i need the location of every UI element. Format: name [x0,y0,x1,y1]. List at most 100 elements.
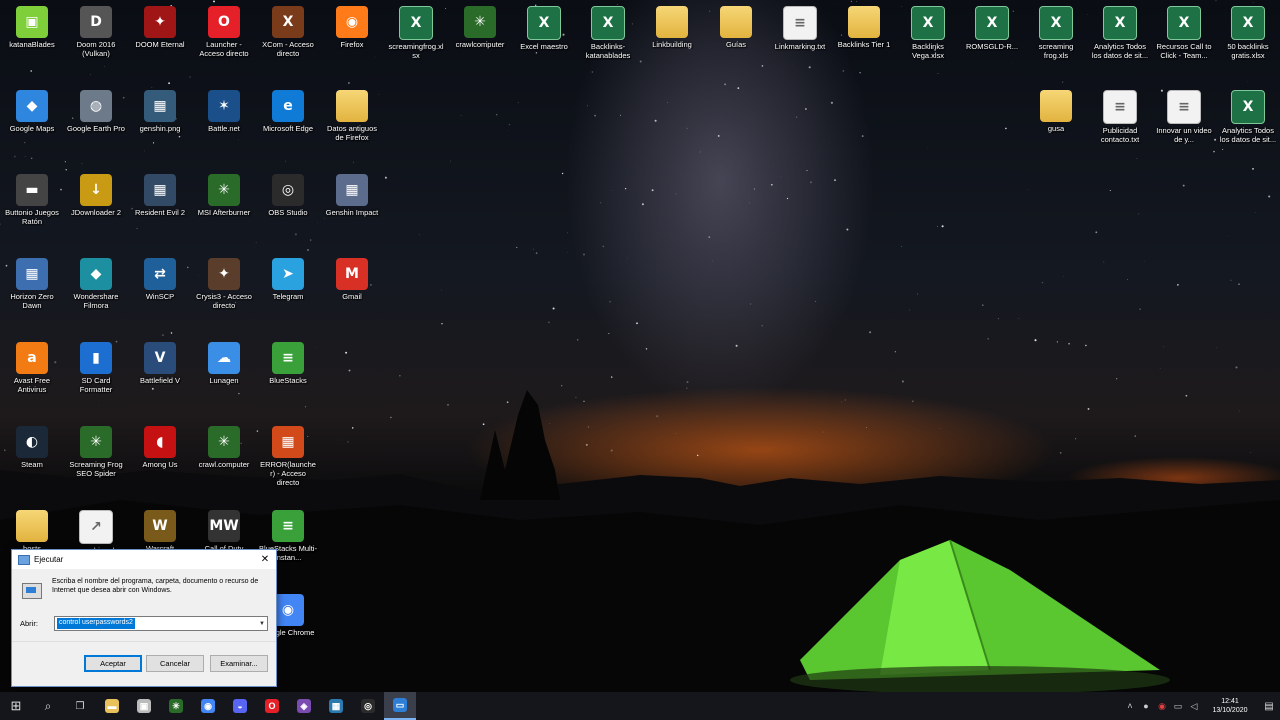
desktop-icon[interactable]: X 50 backlinks gratis.xlsx [1218,2,1278,80]
app-icon: D [80,6,112,38]
desktop-icon[interactable]: Guías [706,2,766,80]
desktop-icon[interactable]: a Avast Free Antivirus [2,338,62,416]
desktop-icon[interactable]: ▦ genshin.png [130,86,190,164]
start-button[interactable]: ⊞ [0,692,32,720]
desktop-icon[interactable]: ≡ BlueStacks [258,338,318,416]
desktop-icon-label: screaming frog.xls [1038,42,1074,60]
desktop-icon[interactable]: ☁ Lunagen [194,338,254,416]
desktop-icon[interactable]: D Doom 2016 (Vulkan) [66,2,126,80]
desktop-icon[interactable]: ⇄ WinSCP [130,254,190,332]
volume-icon[interactable]: ◁ [1186,701,1202,712]
desktop-icon[interactable]: ◐ Steam [2,422,62,500]
desktop-icon[interactable]: Xscreamingfrog.xlsx [386,2,446,80]
run-dialog-titlebar[interactable]: Ejecutar ✕ [12,550,276,569]
desktop-icon[interactable]: ◍ Google Earth Pro [66,86,126,164]
desktop-icon[interactable]: ✦ DOOM Eternal [130,2,190,80]
desktop-icon[interactable]: ≡ Linkmarking.txt [770,2,830,80]
desktop-icon[interactable]: ▬ Buttonio Juegos Ratón [2,170,62,248]
desktop-icon[interactable]: X Analytics Todos los datos de sit... [1090,2,1150,80]
desktop-icon[interactable]: ≡ Publicidad contacto.txt [1090,86,1150,164]
task-view-button[interactable]: ❐ [64,692,96,720]
windows-icon: ⊞ [10,698,22,713]
app-icon: MW [208,510,240,542]
desktop-icon-label: Battlefield V [139,376,181,385]
desktop-icon[interactable]: ✦ Crysis3 - Acceso directo [194,254,254,332]
desktop-icon[interactable]: X XCom - Acceso directo [258,2,318,80]
desktop-icon[interactable]: ✳ Screaming Frog SEO Spider [66,422,126,500]
desktop-icon[interactable]: Datos antiguos de Firefox [322,86,382,164]
app-icon: ↓ [80,174,112,206]
open-combobox[interactable]: control userpasswords2 ▼ [54,616,268,631]
desktop-icon[interactable]: X Backlinks-katanablades [578,2,638,80]
excel-file-icon: X [1167,6,1201,40]
desktop-icon[interactable]: O Launcher - Acceso directo [194,2,254,80]
desktop-icon[interactable]: ◆ Google Maps [2,86,62,164]
taskbar-app-button[interactable]: O [256,692,288,720]
desktop-icon[interactable]: ✶ Battle.net [194,86,254,164]
desktop-icon[interactable]: ◉ Firefox [322,2,382,80]
desktop-icon[interactable]: ▦ Genshin Impact [322,170,382,248]
frog-icon: ✳ [169,699,183,713]
app-icon: ▣ [16,6,48,38]
taskbar-app-button[interactable]: ▣ [128,692,160,720]
antivirus-icon[interactable]: ◉ [1154,701,1170,712]
taskbar-app-button[interactable]: ✳ [160,692,192,720]
taskbar-app-button[interactable]: ◈ [288,692,320,720]
app-icon: ✳ [80,426,112,458]
desktop-icon[interactable]: ✳ MSI Afterburner [194,170,254,248]
desktop-icon[interactable]: ◆ Wondershare Filmora [66,254,126,332]
taskbar-app-button[interactable]: ▭ [384,692,416,720]
desktop-icon[interactable]: ▦ ERROR(launcher) - Acceso directo [258,422,318,500]
desktop-icon[interactable]: M Gmail [322,254,382,332]
desktop-icon[interactable]: V Battlefield V [130,338,190,416]
document-icon: ≡ [783,6,817,40]
desktop-icon-label: Avast Free Antivirus [13,376,51,394]
browse-button[interactable]: Examinar... [210,655,268,672]
search-button[interactable]: ⌕ [32,692,64,720]
desktop-icon[interactable]: ◖ Among Us [130,422,190,500]
desktop-icon-label: genshin.png [139,124,181,133]
desktop-icon[interactable]: X ROMSGLD-R... [962,2,1022,80]
desktop-icon-label: Microsoft Edge [262,124,314,133]
desktop-icon[interactable]: ▦ Resident Evil 2 [130,170,190,248]
desktop-icon[interactable]: Linkbuilding [642,2,702,80]
taskbar-app-button[interactable]: ▦ [320,692,352,720]
run-program-icon [22,583,42,599]
taskbar-app-button[interactable]: ▬ [96,692,128,720]
desktop-icon-label: Telegram [272,292,304,301]
desktop-icon[interactable]: ▮ SD Card Formatter [66,338,126,416]
desktop-icon[interactable]: e Microsoft Edge [258,86,318,164]
document-icon: ≡ [1167,90,1201,124]
chevron-up-icon[interactable]: ˄ [1122,701,1138,711]
taskbar-app-button[interactable]: ◒ [224,692,256,720]
desktop-icon[interactable]: ◎ OBS Studio [258,170,318,248]
desktop-icon[interactable]: ↓ JDownloader 2 [66,170,126,248]
ok-button[interactable]: Aceptar [84,655,142,672]
desktop-icon-label: SD Card Formatter [79,376,113,394]
desktop-icon[interactable]: Xscreaming frog.xls [1026,2,1086,80]
close-icon[interactable]: ✕ [254,550,276,569]
desktop-icon[interactable]: X Excel maestro [514,2,574,80]
desktop-icon[interactable]: Backlinks Tier 1 [834,2,894,80]
clock[interactable]: 12:41 13/10/2020 [1202,697,1258,715]
taskbar-app-button[interactable]: ◉ [192,692,224,720]
desktop-icon[interactable]: ✳ crawlcomputer [450,2,510,80]
desktop-icon[interactable]: ➤ Telegram [258,254,318,332]
network-icon[interactable]: ▭ [1170,701,1186,712]
taskbar-app-button[interactable]: ◎ [352,692,384,720]
desktop-icon[interactable]: gusa [1026,86,1086,164]
microphone-icon[interactable]: ● [1138,701,1154,711]
desktop-icon[interactable]: X Backlinks Vega.xlsx [898,2,958,80]
desktop-icon[interactable]: ≡ Innovar un video de y... [1154,86,1214,164]
notification-icon[interactable]: ▤ [1258,692,1280,720]
desktop-icon[interactable]: ▦ Horizon Zero Dawn [2,254,62,332]
cancel-button[interactable]: Cancelar [146,655,204,672]
desktop-icon[interactable]: X Recursos Call to Click - Team... [1154,2,1214,80]
open-input[interactable]: control userpasswords2 [57,618,135,629]
desktop-icon[interactable]: ✳ crawl.computer [194,422,254,500]
desktop-icon-label: ROMSGLD-R... [965,42,1019,51]
app-icon: X [272,6,304,38]
desktop-icon[interactable]: X Analytics Todos los datos de sit... [1218,86,1278,164]
desktop-icon[interactable]: ▣ katanaBlades [2,2,62,80]
chevron-down-icon[interactable]: ▼ [257,617,267,630]
